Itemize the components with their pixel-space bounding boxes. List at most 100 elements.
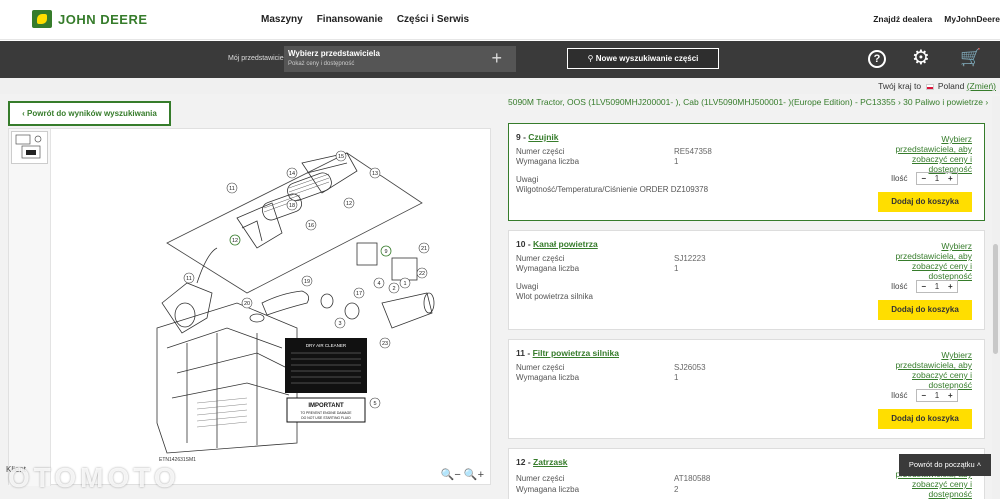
part-no-label: Numer części (516, 254, 565, 263)
callout: 1 (403, 281, 406, 287)
nav-item-parts-service[interactable]: Części i Serwis (397, 14, 469, 25)
country-name: Poland (937, 81, 965, 91)
help-icon[interactable]: ? (868, 50, 886, 68)
back-to-top-label: Powrót do początku (908, 460, 975, 469)
part-no-value: SJ26053 (674, 363, 706, 372)
callout: 22 (419, 271, 425, 277)
back-to-top-button[interactable]: Powrót do początku ˄ (899, 454, 991, 476)
required-qty-label: Wymagana liczba (516, 373, 580, 382)
find-dealer-link[interactable]: Znajdź dealera (873, 14, 932, 24)
callout: 3 (338, 321, 341, 327)
callout: 9 (384, 249, 387, 255)
part-no-label: Numer części (516, 147, 565, 156)
required-qty-value: 1 (674, 373, 679, 382)
logo-text: JOHN DEERE (58, 11, 148, 27)
page-scrollbar[interactable] (992, 96, 1000, 499)
callout: 11 (186, 276, 192, 282)
zoom-out-icon[interactable]: 🔍− (441, 469, 461, 481)
callout: 23 (382, 341, 388, 347)
add-to-cart-button[interactable]: Dodaj do koszyka (878, 300, 972, 320)
svg-text:TO PREVENT ENGINE DAMAGE: TO PREVENT ENGINE DAMAGE (300, 411, 352, 415)
minus-icon[interactable]: − (917, 281, 930, 292)
callout: 18 (289, 203, 295, 209)
required-qty-value: 1 (674, 157, 679, 166)
breadcrumb-section[interactable]: 30 Paliwo i powietrze (903, 97, 983, 107)
back-to-results-label: Powrót do wyników wyszukiwania (27, 109, 157, 118)
part-no-label: Numer części (516, 363, 565, 372)
exploded-parts-diagram: DRY AIR CLEANER IMPORTANT TO PREVENT ENG… (156, 150, 435, 454)
required-qty-value: 1 (674, 264, 679, 273)
quantity-stepper[interactable]: − 1 + (916, 280, 958, 293)
main-nav: Maszyny Finansowanie Części i Serwis (261, 14, 469, 25)
chevron-left-icon: ‹ (22, 109, 25, 118)
part-no-value: SJ12223 (674, 254, 706, 263)
new-part-search-button[interactable]: ⚲ Nowe wyszukiwanie części (567, 48, 719, 69)
select-dealer-link[interactable]: Wybierz przedstawiciela, aby zobaczyć ce… (882, 241, 972, 281)
nav-item-machines[interactable]: Maszyny (261, 14, 303, 25)
diagram-thumbnail[interactable] (11, 131, 48, 164)
quantity-value[interactable]: 1 (930, 390, 943, 401)
notes-label: Uwagi (516, 282, 539, 291)
nav-item-financing[interactable]: Finansowanie (317, 14, 383, 25)
add-to-cart-button[interactable]: Dodaj do koszyka (878, 409, 972, 429)
callout: 14 (289, 171, 295, 177)
part-name-link[interactable]: Kanał powietrza (533, 239, 598, 249)
part-no-value: RE547358 (674, 147, 712, 156)
quantity-stepper[interactable]: − 1 + (916, 172, 958, 185)
part-name-link[interactable]: Zatrzask (533, 457, 568, 467)
part-name-link[interactable]: Czujnik (528, 132, 558, 142)
part-card[interactable]: 11 - Filtr powietrza silnika Numer częśc… (508, 339, 985, 439)
add-to-cart-button[interactable]: Dodaj do koszyka (878, 192, 972, 212)
dealer-subtitle: Pokaż ceny i dostępność (288, 61, 355, 67)
svg-text:DO NOT USE STARTING FLUID: DO NOT USE STARTING FLUID (301, 416, 351, 420)
quantity-value[interactable]: 1 (930, 173, 943, 184)
plus-icon[interactable]: + (944, 173, 957, 184)
part-name-link[interactable]: Filtr powietrza silnika (533, 348, 619, 358)
myjohndeere-link[interactable]: MyJohnDeere (944, 14, 1000, 24)
diagram-viewer[interactable]: DRY AIR CLEANER IMPORTANT TO PREVENT ENG… (8, 128, 491, 486)
change-country-link[interactable]: (Zmień) (967, 81, 996, 91)
top-navigation-bar: JOHN DEERE Maszyny Finansowanie Części i… (0, 0, 1000, 40)
minus-icon[interactable]: − (917, 390, 930, 401)
callout: 12 (232, 238, 238, 244)
select-dealer-link[interactable]: Wybierz przedstawiciela, aby zobaczyć ce… (882, 134, 972, 174)
callout: 12 (346, 201, 352, 207)
callout: 21 (421, 246, 427, 252)
callout: 11 (229, 186, 235, 192)
required-qty-label: Wymagana liczba (516, 157, 580, 166)
callout: 16 (308, 223, 314, 229)
cart-icon[interactable]: 🛒 (960, 48, 981, 68)
required-qty-label: Wymagana liczba (516, 485, 580, 494)
quantity-label: Ilość (891, 174, 908, 183)
gear-icon[interactable]: ⚙ (912, 48, 930, 68)
minus-icon[interactable]: − (917, 173, 930, 184)
top-right-links: Znajdź dealera MyJohnDeere (873, 14, 1000, 24)
quantity-label: Ilość (891, 282, 908, 291)
plus-icon[interactable]: + (944, 390, 957, 401)
quantity-value[interactable]: 1 (930, 281, 943, 292)
callout: 15 (338, 154, 344, 160)
thumbnail-strip (9, 129, 51, 486)
part-title: 10 - Kanał powietrza (516, 239, 598, 249)
zoom-controls: 🔍− 🔍+ (441, 468, 484, 481)
quantity-stepper[interactable]: − 1 + (916, 389, 958, 402)
required-qty-label: Wymagana liczba (516, 264, 580, 273)
select-dealer-button[interactable]: Wybierz przedstawiciela Pokaż ceny i dos… (284, 46, 516, 72)
john-deere-logo[interactable]: JOHN DEERE (32, 10, 148, 28)
part-card[interactable]: 9 - Czujnik Numer części RE547358 Wymaga… (508, 123, 985, 221)
country-strip: Twój kraj to Poland (Zmień) (0, 78, 1000, 94)
callout: 20 (244, 301, 250, 307)
plus-icon[interactable]: + (944, 281, 957, 292)
deer-logo-icon (32, 10, 52, 28)
part-title: 11 - Filtr powietrza silnika (516, 348, 619, 358)
part-card[interactable]: 10 - Kanał powietrza Numer części SJ1222… (508, 230, 985, 330)
back-to-results-button[interactable]: ‹ Powrót do wyników wyszukiwania (8, 101, 171, 126)
parts-toolbar: Mój przedstawiciel Wybierz przedstawicie… (0, 41, 1000, 78)
part-title: 9 - Czujnik (516, 132, 559, 142)
scrollbar-thumb[interactable] (993, 244, 998, 354)
zoom-in-icon[interactable]: 🔍+ (464, 469, 484, 481)
select-dealer-link[interactable]: Wybierz przedstawiciela, aby zobaczyć ce… (882, 350, 972, 390)
breadcrumb-model[interactable]: 5090M Tractor, OOS (1LV5090MHJ200001- ),… (508, 97, 896, 107)
plus-icon: + (491, 48, 502, 68)
otomoto-watermark: OTOMOTO (8, 462, 180, 493)
